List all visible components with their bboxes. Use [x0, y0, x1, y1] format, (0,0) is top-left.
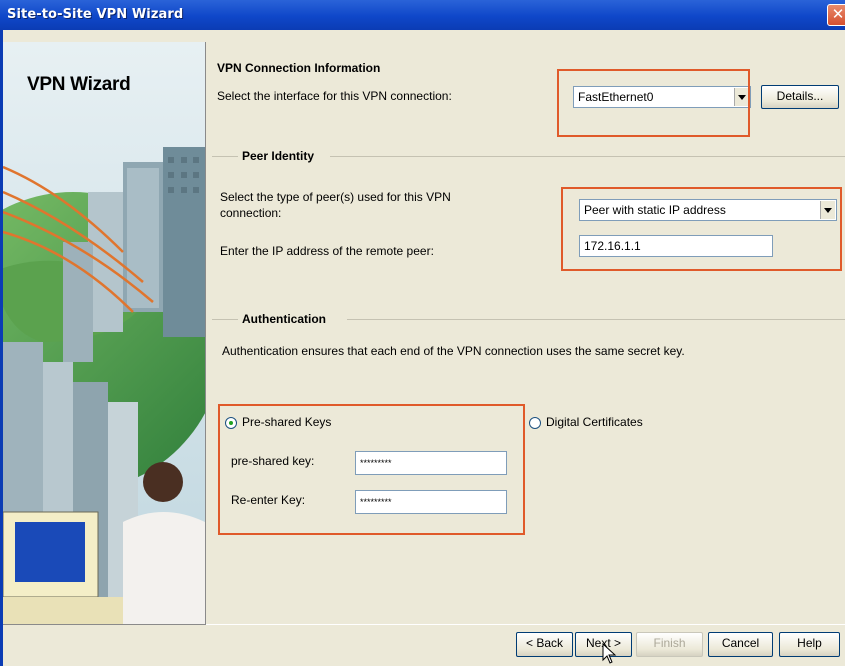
help-button-label: Help: [797, 636, 822, 650]
auth-highlight: [218, 404, 525, 535]
auth-group-label: Authentication: [242, 312, 326, 326]
digital-certificates-radio[interactable]: [529, 417, 541, 429]
vpn-wizard-illustration-icon: [3, 42, 205, 624]
footer-divider: [206, 624, 845, 625]
group-divider: [212, 156, 238, 157]
peer-type-label-line2: connection:: [220, 206, 282, 220]
left-panel: VPN Wizard: [3, 42, 206, 625]
finish-button[interactable]: Finish: [636, 632, 703, 657]
group-divider: [347, 319, 845, 320]
interface-label: Select the interface for this VPN connec…: [217, 89, 452, 103]
cancel-button[interactable]: Cancel: [708, 632, 773, 657]
help-button[interactable]: Help: [779, 632, 840, 657]
close-icon[interactable]: ✕: [827, 4, 845, 26]
wizard-heading: VPN Wizard: [27, 74, 131, 95]
group-divider: [330, 156, 845, 157]
wizard-content: VPN Connection Information Select the in…: [206, 42, 845, 624]
auth-description: Authentication ensures that each end of …: [222, 344, 685, 358]
interface-highlight: [557, 69, 750, 137]
peer-group-label: Peer Identity: [242, 149, 315, 163]
title-bar[interactable]: Site-to-Site VPN Wizard ✕: [0, 0, 845, 30]
finish-button-label: Finish: [653, 636, 686, 650]
details-button[interactable]: Details...: [761, 85, 839, 109]
cancel-button-label: Cancel: [721, 636, 760, 650]
window-title: Site-to-Site VPN Wizard: [7, 7, 184, 22]
back-button[interactable]: < Back: [516, 632, 573, 657]
mouse-cursor-icon: [602, 643, 617, 664]
peer-ip-label: Enter the IP address of the remote peer:: [220, 244, 434, 258]
peer-type-label-line1: Select the type of peer(s) used for this…: [220, 190, 451, 204]
peer-highlight: [561, 187, 842, 271]
details-button-label: Details...: [776, 89, 824, 103]
connection-heading: VPN Connection Information: [217, 61, 381, 75]
digital-certificates-label[interactable]: Digital Certificates: [546, 415, 643, 429]
back-button-label: < Back: [525, 636, 564, 650]
group-divider: [212, 319, 238, 320]
